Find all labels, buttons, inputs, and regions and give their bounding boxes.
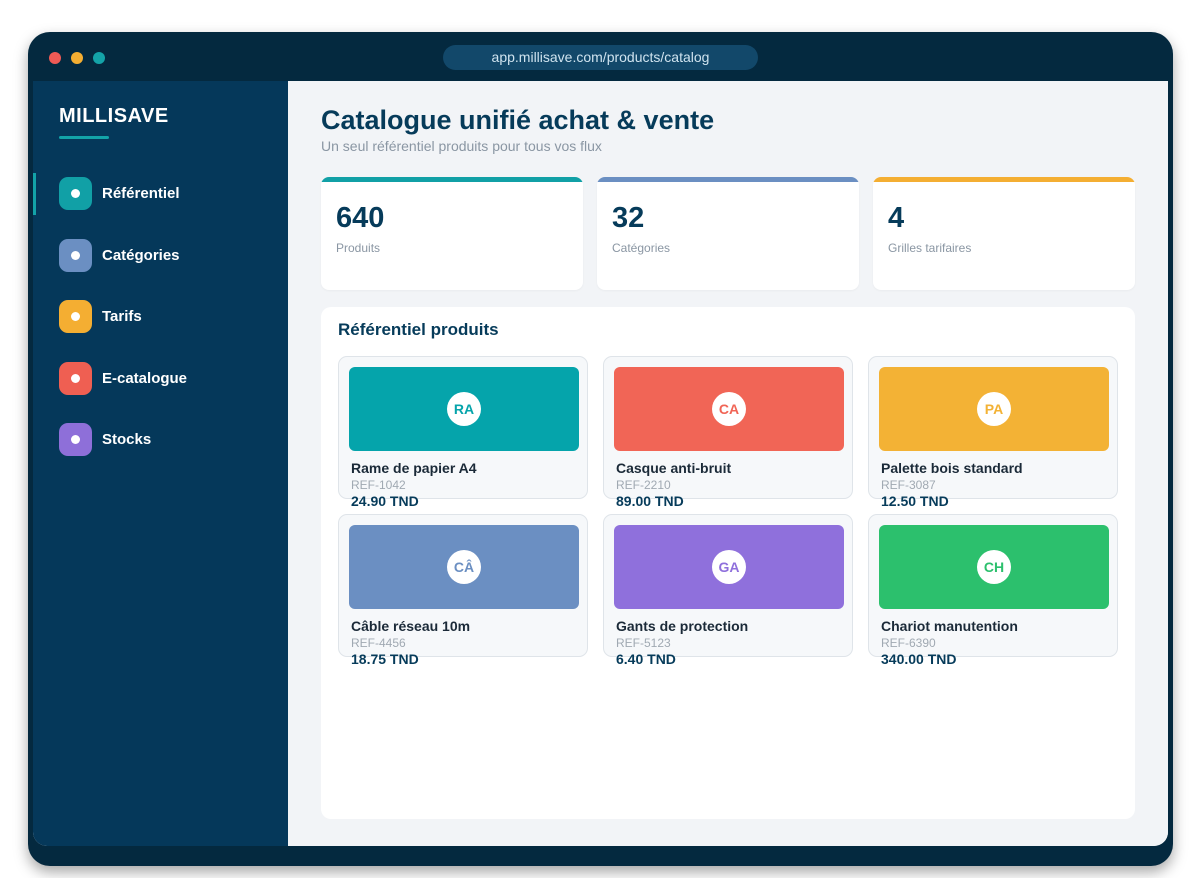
product-initials-badge: RA bbox=[447, 392, 481, 426]
browser-titlebar: app.millisave.com/products/catalog bbox=[28, 32, 1173, 82]
minimize-window-dot[interactable] bbox=[71, 52, 83, 64]
product-initials-badge: GA bbox=[712, 550, 746, 584]
dot-icon bbox=[59, 299, 92, 333]
app-screen: MILLISAVE Référentiel Catégories Tarifs … bbox=[33, 81, 1168, 846]
product-initials-badge: CÂ bbox=[447, 550, 481, 584]
sidebar-item-label: E-catalogue bbox=[102, 369, 188, 387]
product-thumbnail: CA bbox=[614, 367, 844, 451]
sidebar-item-categories[interactable]: Catégories bbox=[33, 235, 288, 275]
product-price: 12.50 TND bbox=[881, 493, 949, 509]
stat-value: 640 bbox=[336, 202, 385, 234]
product-initials-badge: CA bbox=[712, 392, 746, 426]
stat-card-price-grids: 4 Grilles tarifaires bbox=[873, 177, 1135, 290]
brand-underline bbox=[59, 136, 109, 139]
sidebar-item-e-catalogue[interactable]: E-catalogue bbox=[33, 358, 288, 398]
active-indicator bbox=[33, 173, 36, 215]
product-ref: REF-4456 bbox=[351, 636, 406, 650]
product-price: 24.90 TND bbox=[351, 493, 419, 509]
product-ref: REF-6390 bbox=[881, 636, 936, 650]
address-bar[interactable]: app.millisave.com/products/catalog bbox=[443, 45, 758, 70]
stat-accent-line bbox=[873, 177, 1135, 182]
product-name: Câble réseau 10m bbox=[351, 618, 471, 634]
sidebar: MILLISAVE Référentiel Catégories Tarifs … bbox=[33, 81, 288, 846]
stat-card-products: 640 Produits bbox=[321, 177, 583, 290]
dot-icon bbox=[59, 176, 92, 210]
product-name: Gants de protection bbox=[616, 618, 749, 634]
product-ref: REF-3087 bbox=[881, 478, 936, 492]
product-name: Palette bois standard bbox=[881, 460, 1023, 476]
dot-icon bbox=[59, 361, 92, 395]
stat-label: Produits bbox=[336, 241, 381, 255]
product-price: 89.00 TND bbox=[616, 493, 684, 509]
stat-label: Grilles tarifaires bbox=[888, 241, 972, 255]
dot-icon bbox=[59, 422, 92, 456]
main-content: Catalogue unifié achat & vente Un seul r… bbox=[288, 81, 1168, 846]
product-price: 6.40 TND bbox=[616, 651, 676, 667]
sidebar-item-label: Tarifs bbox=[102, 307, 142, 325]
product-price: 18.75 TND bbox=[351, 651, 419, 667]
product-thumbnail: PA bbox=[879, 367, 1109, 451]
products-panel: Référentiel produits RA Rame de papier A… bbox=[321, 307, 1135, 819]
product-initials-badge: CH bbox=[977, 550, 1011, 584]
stat-card-categories: 32 Catégories bbox=[597, 177, 859, 290]
sidebar-item-stocks[interactable]: Stocks bbox=[33, 419, 288, 459]
page-subtitle: Un seul référentiel produits pour tous v… bbox=[321, 138, 602, 154]
page-title: Catalogue unifié achat & vente bbox=[321, 105, 715, 135]
product-ref: REF-1042 bbox=[351, 478, 406, 492]
dot-icon bbox=[59, 238, 92, 272]
stat-value: 4 bbox=[888, 202, 905, 234]
stat-accent-line bbox=[597, 177, 859, 182]
sidebar-item-tarifs[interactable]: Tarifs bbox=[33, 296, 288, 336]
device-frame: app.millisave.com/products/catalog MILLI… bbox=[28, 32, 1173, 866]
product-thumbnail: CH bbox=[879, 525, 1109, 609]
product-card[interactable]: PA Palette bois standard REF-3087 12.50 … bbox=[868, 356, 1118, 509]
product-name: Casque anti-bruit bbox=[616, 460, 732, 476]
product-initials-badge: PA bbox=[977, 392, 1011, 426]
product-name: Chariot manutention bbox=[881, 618, 1018, 634]
product-card[interactable]: CA Casque anti-bruit REF-2210 89.00 TND bbox=[603, 356, 853, 509]
product-card[interactable]: GA Gants de protection REF-5123 6.40 TND bbox=[603, 514, 853, 667]
product-thumbnail: RA bbox=[349, 367, 579, 451]
product-thumbnail: CÂ bbox=[349, 525, 579, 609]
product-name: Rame de papier A4 bbox=[351, 460, 477, 476]
stat-accent-line bbox=[321, 177, 583, 182]
panel-title: Référentiel produits bbox=[338, 320, 499, 339]
sidebar-item-label: Référentiel bbox=[102, 184, 180, 202]
sidebar-item-label: Catégories bbox=[102, 246, 180, 264]
product-ref: REF-2210 bbox=[616, 478, 671, 492]
product-thumbnail: GA bbox=[614, 525, 844, 609]
sidebar-item-referentiel[interactable]: Référentiel bbox=[33, 173, 288, 215]
product-price: 340.00 TND bbox=[881, 651, 957, 667]
maximize-window-dot[interactable] bbox=[93, 52, 105, 64]
sidebar-item-label: Stocks bbox=[102, 430, 152, 448]
close-window-dot[interactable] bbox=[49, 52, 61, 64]
brand-logo: MILLISAVE bbox=[59, 105, 169, 127]
stat-value: 32 bbox=[612, 202, 645, 234]
product-card[interactable]: CÂ Câble réseau 10m REF-4456 18.75 TND bbox=[338, 514, 588, 667]
stat-label: Catégories bbox=[612, 241, 671, 255]
product-ref: REF-5123 bbox=[616, 636, 671, 650]
product-card[interactable]: RA Rame de papier A4 REF-1042 24.90 TND bbox=[338, 356, 588, 509]
product-card[interactable]: CH Chariot manutention REF-6390 340.00 T… bbox=[868, 514, 1118, 667]
